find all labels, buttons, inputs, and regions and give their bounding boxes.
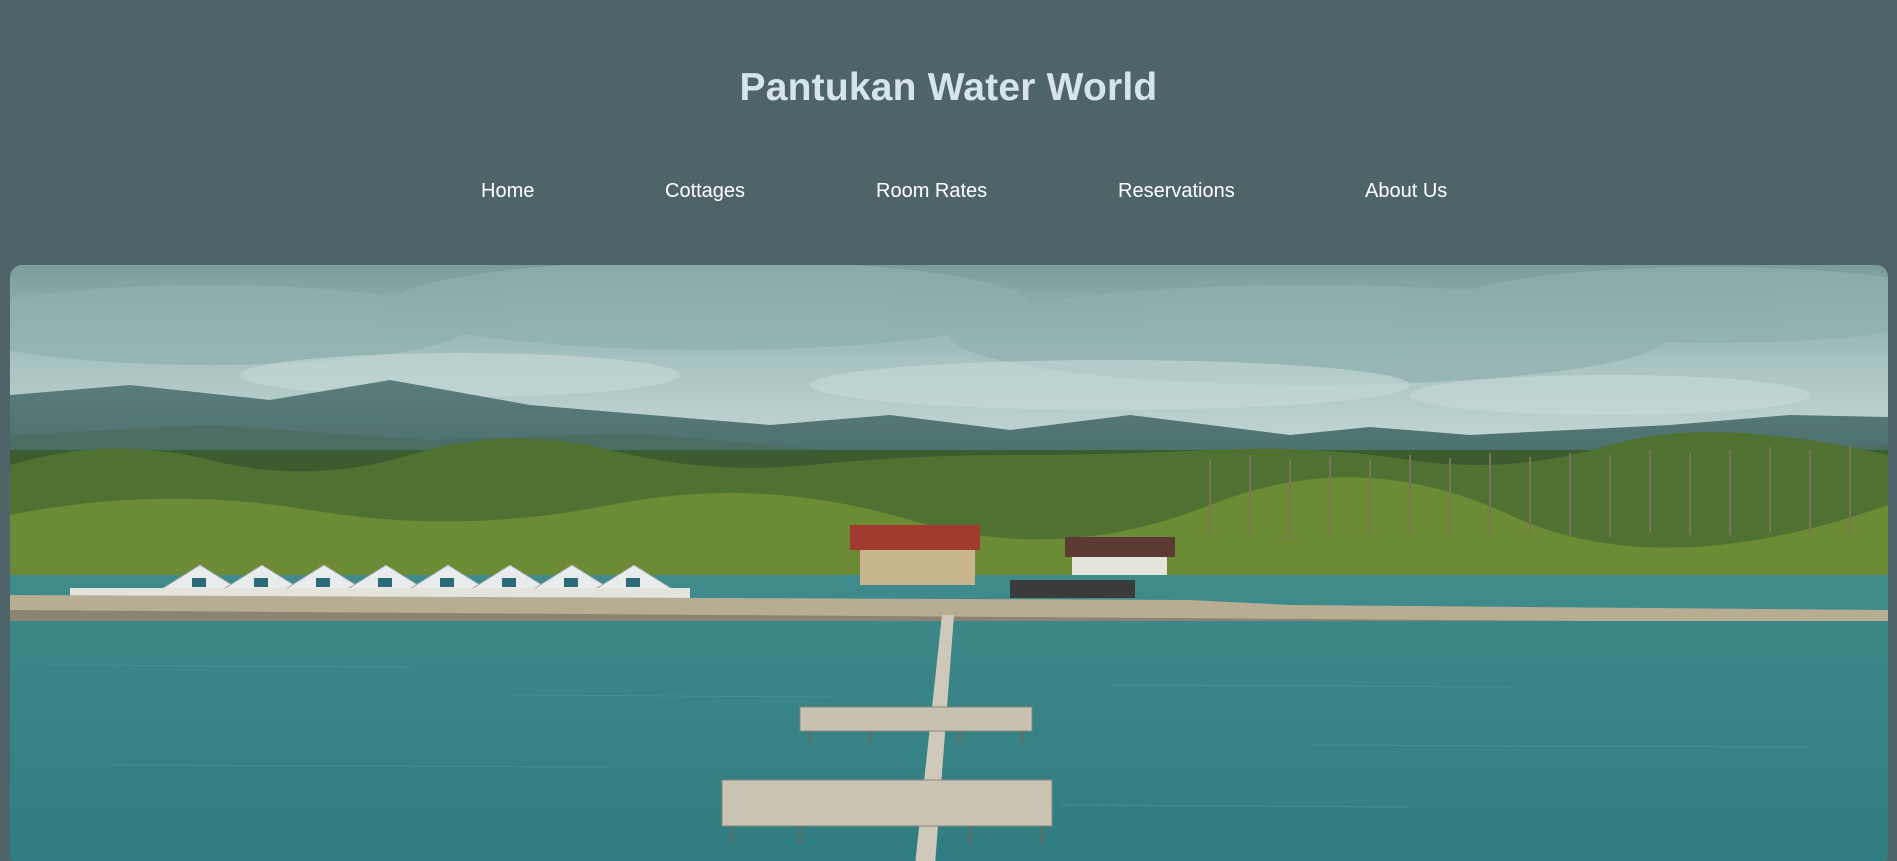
nav-home-link[interactable]: Home [481,180,534,203]
site-title: Pantukan Water World [739,66,1158,109]
nav-room-rates-link[interactable]: Room Rates [876,180,987,203]
nav-about-us-link[interactable]: About Us [1365,180,1447,203]
hero-image [10,265,1888,861]
main-nav: Home Cottages Room Rates Reservations Ab… [0,180,1897,204]
resort-photo-illustration [10,265,1888,861]
nav-cottages-link[interactable]: Cottages [665,180,745,203]
nav-reservations-link[interactable]: Reservations [1118,180,1235,203]
page: Pantukan Water World Home Cottages Room … [0,0,1897,861]
